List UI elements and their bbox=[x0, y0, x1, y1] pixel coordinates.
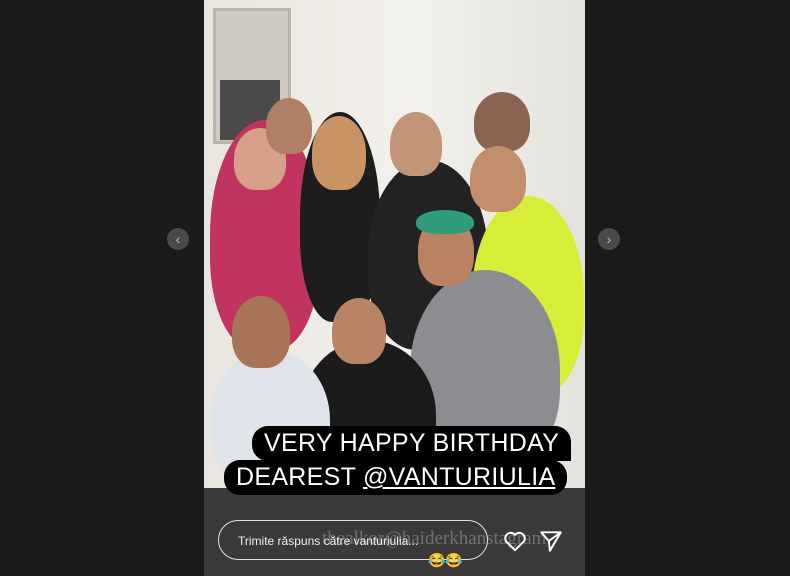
person-green-cap bbox=[416, 210, 474, 234]
person-head bbox=[312, 116, 366, 190]
person-head bbox=[332, 298, 386, 364]
person-head bbox=[470, 146, 526, 212]
send-icon bbox=[540, 531, 562, 552]
share-button[interactable] bbox=[538, 528, 564, 554]
person-back bbox=[266, 98, 312, 154]
story-emoji: 😂😂 bbox=[428, 552, 463, 568]
next-story-button[interactable]: › bbox=[598, 228, 620, 250]
chevron-left-icon: ‹ bbox=[175, 231, 181, 247]
caption-line-2: DEAREST @VANTURIULIA bbox=[224, 460, 568, 495]
story-caption: VERY HAPPY BIRTHDAY DEAREST @VANTURIULIA bbox=[224, 424, 572, 500]
previous-story-button[interactable]: ‹ bbox=[167, 228, 189, 250]
person-back-right bbox=[474, 92, 530, 152]
caption-mention-link[interactable]: @VANTURIULIA bbox=[363, 463, 555, 491]
caption-prefix: DEAREST bbox=[236, 463, 363, 491]
like-button[interactable] bbox=[502, 528, 528, 554]
caption-line-1: VERY HAPPY BIRTHDAY bbox=[252, 426, 572, 461]
person-head bbox=[390, 112, 442, 176]
heart-icon bbox=[504, 531, 526, 552]
person-head bbox=[232, 296, 290, 368]
chevron-right-icon: › bbox=[606, 231, 612, 247]
